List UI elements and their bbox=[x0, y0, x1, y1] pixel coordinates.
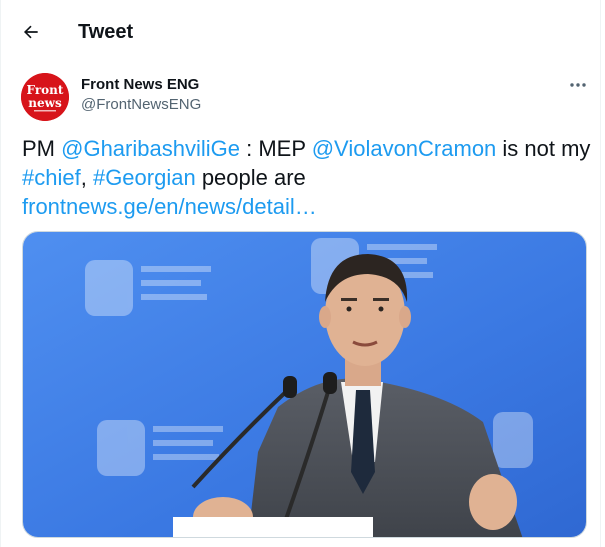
speaker-photo bbox=[23, 232, 586, 537]
author-avatar[interactable]: Front news bbox=[21, 73, 69, 121]
more-options-button[interactable] bbox=[563, 72, 593, 98]
tweet-text-part: , bbox=[80, 165, 93, 190]
mention-gharibashvili[interactable]: @GharibashviliGe bbox=[61, 136, 240, 161]
hashtag-georgian[interactable]: #Georgian bbox=[93, 165, 196, 190]
back-button[interactable] bbox=[14, 15, 48, 49]
tweet-text-part: : MEP bbox=[239, 136, 312, 161]
arrow-left-icon bbox=[23, 25, 38, 39]
logo-line1: Front bbox=[27, 83, 64, 97]
article-link[interactable]: frontnews.ge/en/news/detail… bbox=[22, 194, 317, 219]
tweet-text-part: is not my bbox=[496, 136, 591, 161]
logo-line2: news bbox=[28, 96, 62, 110]
more-horizontal-icon bbox=[570, 83, 586, 87]
tweet-text-part: people are bbox=[195, 165, 306, 190]
author-handle[interactable]: @FrontNewsENG bbox=[81, 96, 201, 113]
hashtag-chief[interactable]: #chief bbox=[22, 165, 81, 190]
tweet-media-photo[interactable] bbox=[22, 231, 587, 538]
front-news-logo: Front news bbox=[21, 73, 69, 121]
mention-violavoncramon[interactable]: @ViolavonCramon bbox=[312, 136, 497, 161]
page-title: Tweet bbox=[78, 21, 134, 43]
author-name[interactable]: Front News ENG bbox=[81, 76, 199, 93]
tweet-detail-page: Tweet Front news Front News ENG @FrontNe… bbox=[0, 0, 601, 547]
page-header: Tweet bbox=[1, 0, 602, 61]
tweet-text-part: PM bbox=[22, 136, 62, 161]
tweet-text: PM @GharibashviliGe : MEP @ViolavonCramo… bbox=[22, 134, 592, 221]
